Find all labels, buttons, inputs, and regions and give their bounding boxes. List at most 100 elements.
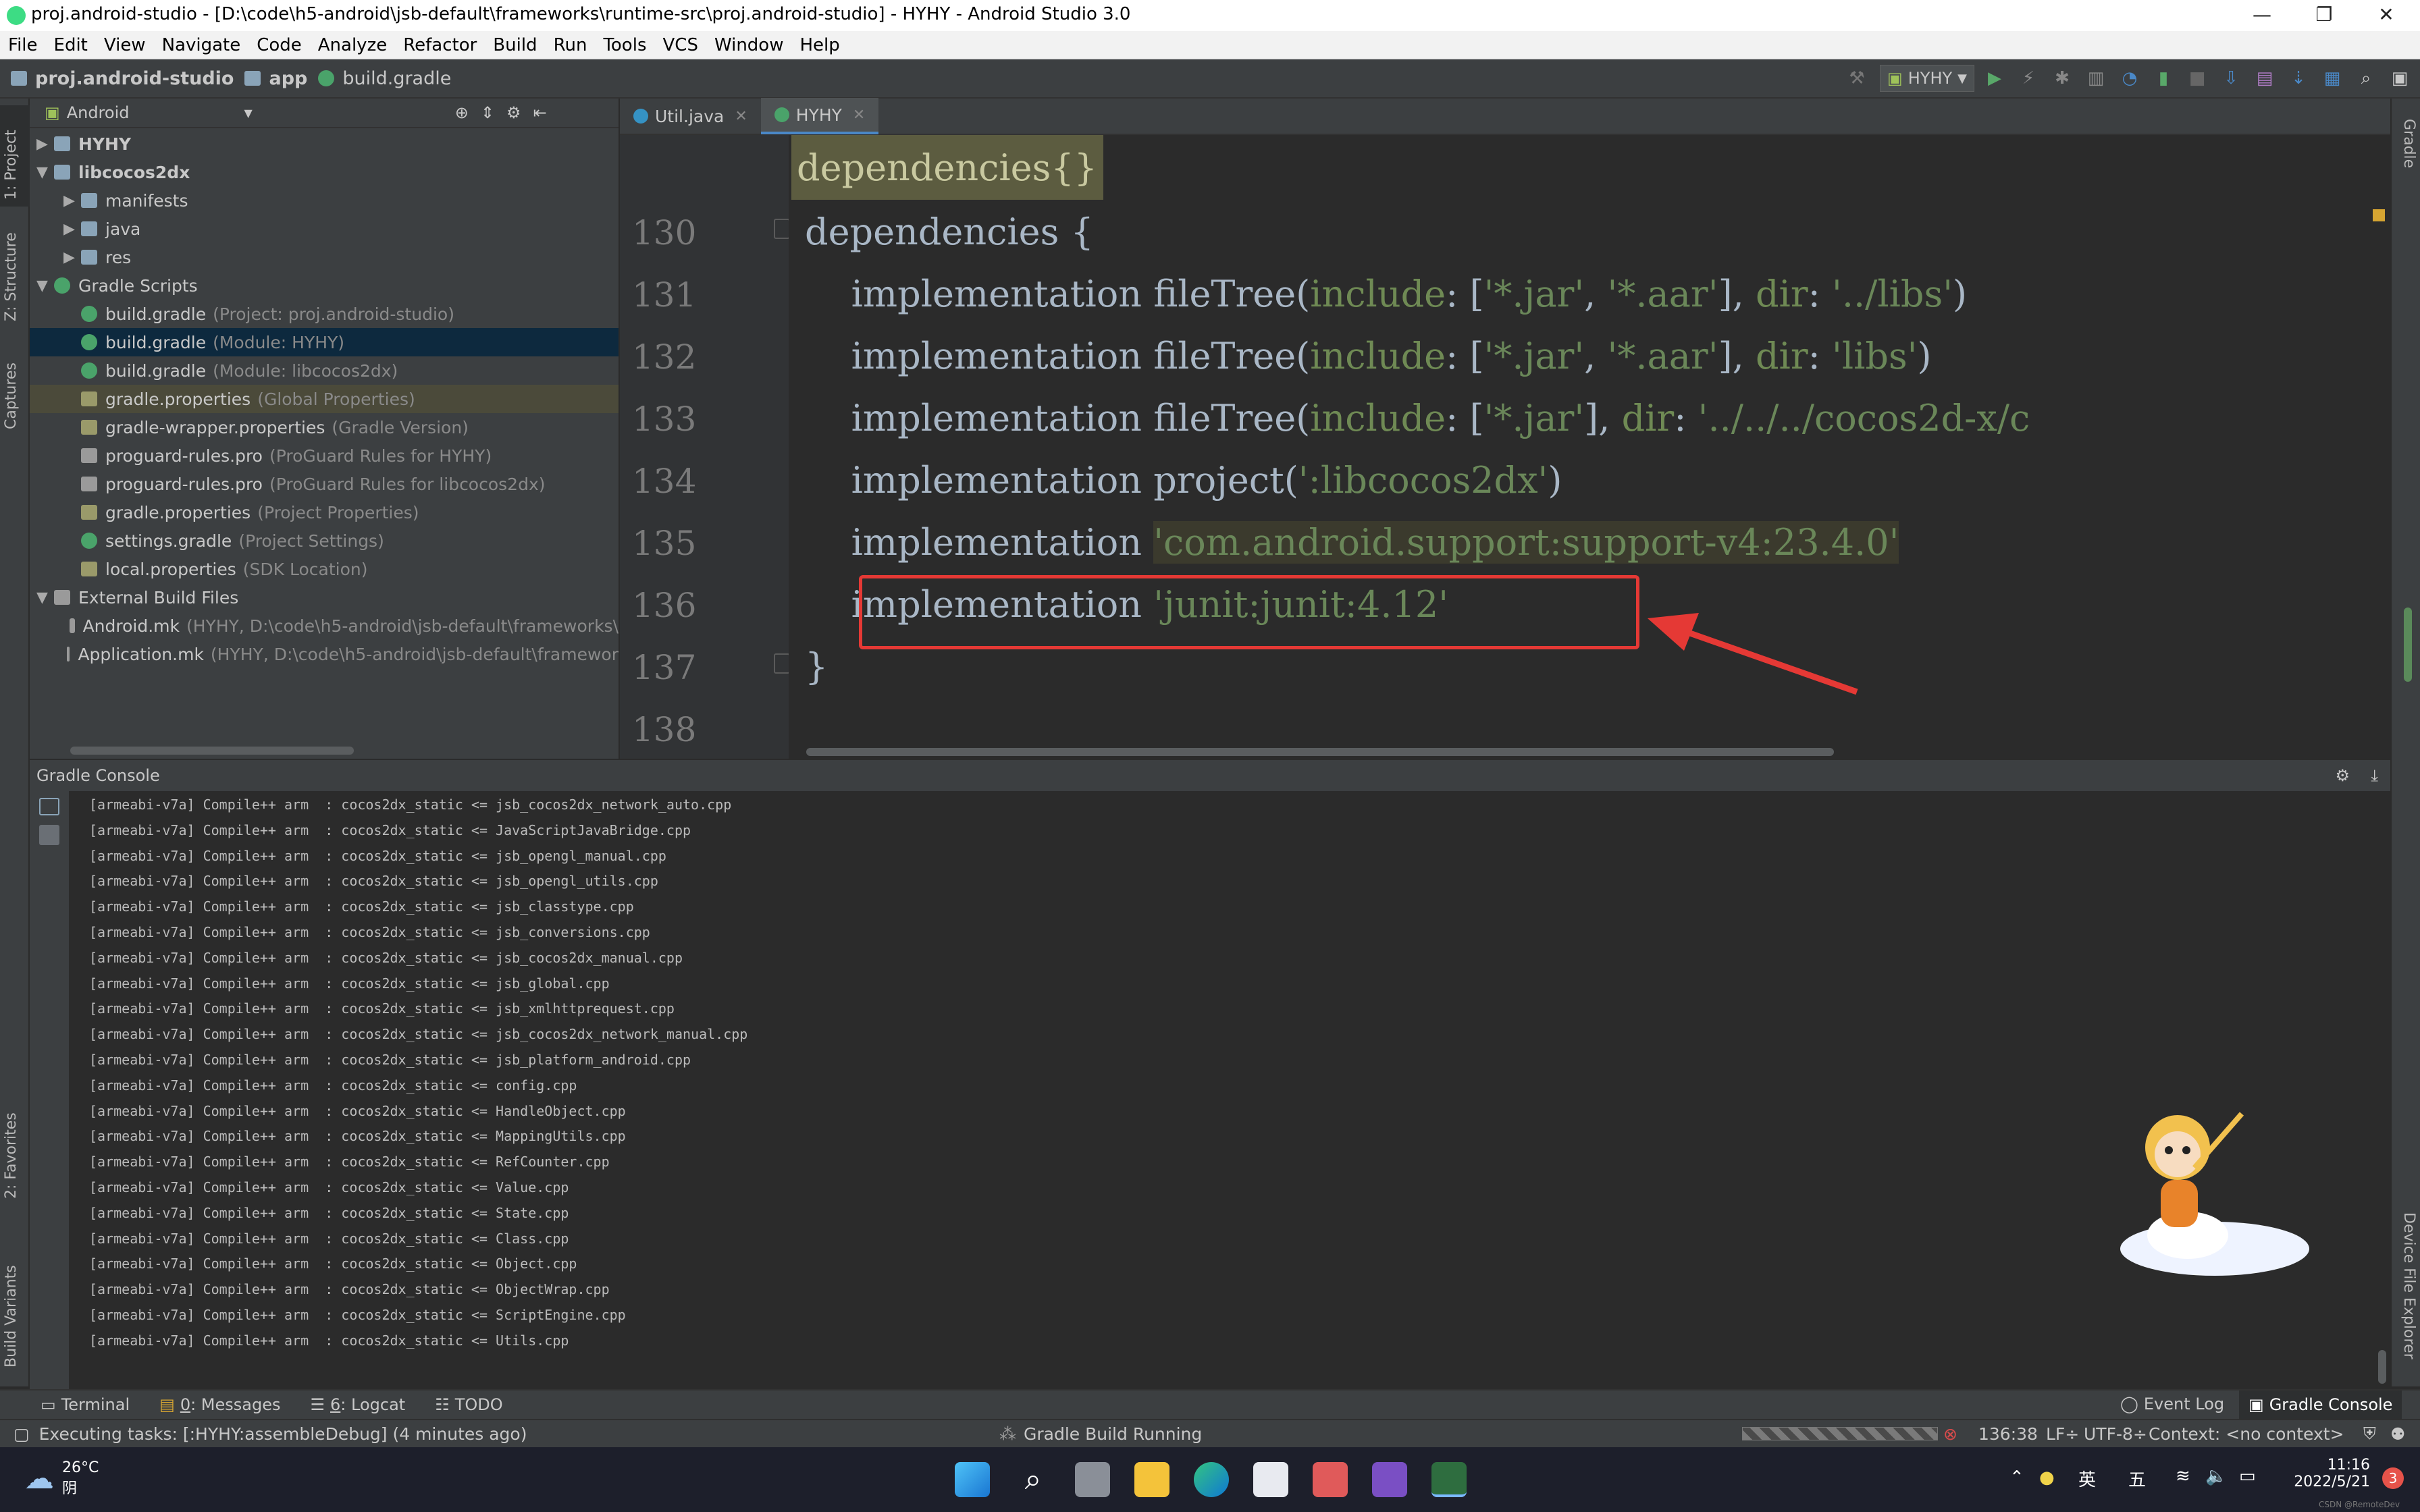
ime-language[interactable]: 英 bbox=[2078, 1466, 2096, 1491]
warning-marker[interactable] bbox=[2373, 209, 2385, 221]
build-variants-tool-label[interactable]: Build Variants bbox=[3, 1265, 20, 1368]
hide-icon[interactable]: ⤓ bbox=[2371, 766, 2378, 785]
window-layout-icon[interactable]: ▣ bbox=[2386, 65, 2413, 92]
menu-edit[interactable]: Edit bbox=[54, 35, 88, 55]
file-encoding[interactable]: UTF-8÷ bbox=[2084, 1424, 2147, 1444]
run-icon[interactable]: ▶ bbox=[1981, 65, 2008, 92]
hide-icon[interactable]: ⇤ bbox=[533, 103, 547, 122]
task-view-icon[interactable] bbox=[1075, 1462, 1110, 1497]
context-indicator[interactable]: Context: <no context> bbox=[2149, 1424, 2344, 1444]
ime-icon[interactable]: ● bbox=[2039, 1467, 2055, 1488]
minimize-button[interactable]: — bbox=[2231, 0, 2293, 31]
tree-item[interactable]: proguard-rules.pro (ProGuard Rules for li… bbox=[30, 470, 619, 498]
collapsed-arrow-icon[interactable]: ▶ bbox=[36, 136, 54, 153]
chevron-down-icon[interactable]: ▼ bbox=[244, 107, 252, 119]
menu-code[interactable]: Code bbox=[257, 35, 302, 55]
avd-manager-icon[interactable]: ▤ bbox=[2251, 65, 2278, 92]
tree-item[interactable]: ▶ java bbox=[30, 215, 619, 243]
tab-todo[interactable]: ☷ TODO bbox=[435, 1395, 502, 1414]
attach-debugger-icon[interactable]: ▮ bbox=[2150, 65, 2177, 92]
gradle-tool-label[interactable]: Gradle bbox=[2400, 119, 2417, 168]
profile-icon[interactable]: ◔ bbox=[2116, 65, 2143, 92]
menu-tools[interactable]: Tools bbox=[603, 35, 646, 55]
search-icon[interactable]: ⌕ bbox=[2352, 65, 2379, 92]
code-line[interactable]: dependencies { bbox=[805, 211, 1094, 253]
volume-icon[interactable]: 🔈 bbox=[2205, 1466, 2227, 1486]
sync-gradle-icon[interactable]: ⇩ bbox=[2217, 65, 2244, 92]
menu-run[interactable]: Run bbox=[554, 35, 587, 55]
editor-horizontal-scrollbar[interactable] bbox=[806, 748, 1834, 756]
debug-icon[interactable]: ✱ bbox=[2049, 65, 2076, 92]
status-toggle-icon[interactable]: ▢ bbox=[14, 1424, 30, 1444]
menu-view[interactable]: View bbox=[104, 35, 146, 55]
code-line[interactable]: implementation fileTree(include: ['*.jar… bbox=[805, 273, 1967, 315]
tab-logcat[interactable]: ☰ 6 : Logcat bbox=[311, 1395, 406, 1414]
edge-icon[interactable] bbox=[1194, 1462, 1229, 1497]
tree-item[interactable]: ▼ libcocos2dx bbox=[30, 158, 619, 186]
wifi-icon[interactable]: ≋ bbox=[2176, 1466, 2190, 1486]
tree-item[interactable]: build.gradle (Module: HYHY) bbox=[30, 328, 619, 356]
menu-navigate[interactable]: Navigate bbox=[162, 35, 241, 55]
coverage-icon[interactable]: ▥ bbox=[2082, 65, 2109, 92]
expanded-arrow-icon[interactable]: ▼ bbox=[36, 589, 54, 606]
sdk-manager-icon[interactable]: ⇣ bbox=[2285, 65, 2312, 92]
tab-gradle-console[interactable]: ▣ Gradle Console bbox=[2239, 1390, 2402, 1419]
battery-icon[interactable]: ▭ bbox=[2239, 1466, 2256, 1486]
favorites-tool-label[interactable]: 2: Favorites bbox=[3, 1112, 20, 1199]
caret-position[interactable]: 136:38 bbox=[1978, 1424, 2038, 1444]
expanded-arrow-icon[interactable]: ▼ bbox=[36, 164, 54, 181]
fold-marker-icon[interactable] bbox=[774, 219, 790, 239]
tree-item[interactable]: gradle.properties (Project Properties) bbox=[30, 498, 619, 526]
sync-icon[interactable]: ⊕ bbox=[455, 103, 469, 122]
editor-vertical-scrollbar[interactable] bbox=[2404, 608, 2412, 682]
expanded-arrow-icon[interactable]: ▼ bbox=[36, 277, 54, 294]
tab-terminal[interactable]: ▭ Terminal bbox=[41, 1395, 130, 1414]
code-line[interactable]: } bbox=[805, 645, 828, 688]
ime-mode[interactable]: 五 bbox=[2128, 1466, 2146, 1491]
console-scrollbar[interactable] bbox=[2378, 1350, 2386, 1384]
tree-item[interactable]: ▼ External Build Files bbox=[30, 583, 619, 612]
code-line[interactable]: implementation fileTree(include: ['*.jar… bbox=[805, 397, 2030, 439]
menu-help[interactable]: Help bbox=[799, 35, 839, 55]
tree-item[interactable]: ▼ Gradle Scripts bbox=[30, 271, 619, 300]
tree-item[interactable]: Android.mk (HYHY, D:\code\h5-android\jsb-… bbox=[30, 612, 619, 640]
visual-studio-icon[interactable] bbox=[1372, 1462, 1407, 1497]
apply-changes-icon[interactable]: ⚡ bbox=[2015, 65, 2042, 92]
notification-badge[interactable]: 3 bbox=[2382, 1467, 2404, 1489]
maximize-button[interactable]: ❐ bbox=[2293, 0, 2355, 31]
tree-item[interactable]: ▶ manifests bbox=[30, 186, 619, 215]
search-icon[interactable]: ⌕ bbox=[1016, 1462, 1051, 1497]
menu-analyze[interactable]: Analyze bbox=[318, 35, 387, 55]
close-icon[interactable]: ✕ bbox=[853, 107, 865, 124]
clock[interactable]: 11:16 2022/5/21 bbox=[2289, 1457, 2370, 1490]
snipping-tool-icon[interactable] bbox=[1313, 1462, 1348, 1497]
start-icon[interactable] bbox=[955, 1462, 990, 1497]
stop-icon[interactable]: ■ bbox=[2184, 65, 2211, 92]
tree-item[interactable]: ▶ HYHY bbox=[30, 130, 619, 158]
breadcrumb-file[interactable]: build.gradle bbox=[318, 68, 451, 89]
project-structure-icon[interactable]: ▦ bbox=[2319, 65, 2346, 92]
inspector-icon[interactable]: ⚉ bbox=[2390, 1424, 2405, 1444]
tree-item[interactable]: settings.gradle (Project Settings) bbox=[30, 526, 619, 555]
toggle-view-icon[interactable] bbox=[39, 798, 59, 815]
fold-marker-icon[interactable] bbox=[774, 653, 790, 674]
tree-item[interactable]: build.gradle (Project: proj.android-studi… bbox=[30, 300, 619, 328]
menu-vcs[interactable]: VCS bbox=[663, 35, 698, 55]
project-view-selector[interactable]: Android bbox=[67, 103, 130, 122]
run-config-select[interactable]: ▣ HYHY ▼ bbox=[1880, 65, 1974, 92]
tree-item[interactable]: proguard-rules.pro (ProGuard Rules for HY… bbox=[30, 441, 619, 470]
tab-messages[interactable]: ▤ 0 : Messages bbox=[159, 1395, 280, 1414]
tree-item[interactable]: build.gradle (Module: libcocos2dx) bbox=[30, 356, 619, 385]
lock-icon[interactable]: ⛨ bbox=[2363, 1424, 2376, 1444]
collapsed-arrow-icon[interactable]: ▶ bbox=[63, 192, 81, 209]
tree-item[interactable]: gradle-wrapper.properties (Gradle Version… bbox=[30, 413, 619, 441]
tree-item[interactable]: ▶ res bbox=[30, 243, 619, 271]
code-line[interactable]: implementation project(':libcocos2dx') bbox=[805, 459, 1562, 502]
file-explorer-icon[interactable] bbox=[1134, 1462, 1169, 1497]
tab-hyhy[interactable]: HYHY ✕ bbox=[760, 98, 879, 134]
menu-window[interactable]: Window bbox=[714, 35, 784, 55]
tree-item[interactable]: Application.mk (HYHY, D:\code\h5-android\… bbox=[30, 640, 619, 668]
store-icon[interactable] bbox=[1253, 1462, 1288, 1497]
tree-item[interactable]: gradle.properties (Global Properties) bbox=[30, 385, 619, 413]
gear-icon[interactable]: ⚙ bbox=[506, 103, 521, 122]
